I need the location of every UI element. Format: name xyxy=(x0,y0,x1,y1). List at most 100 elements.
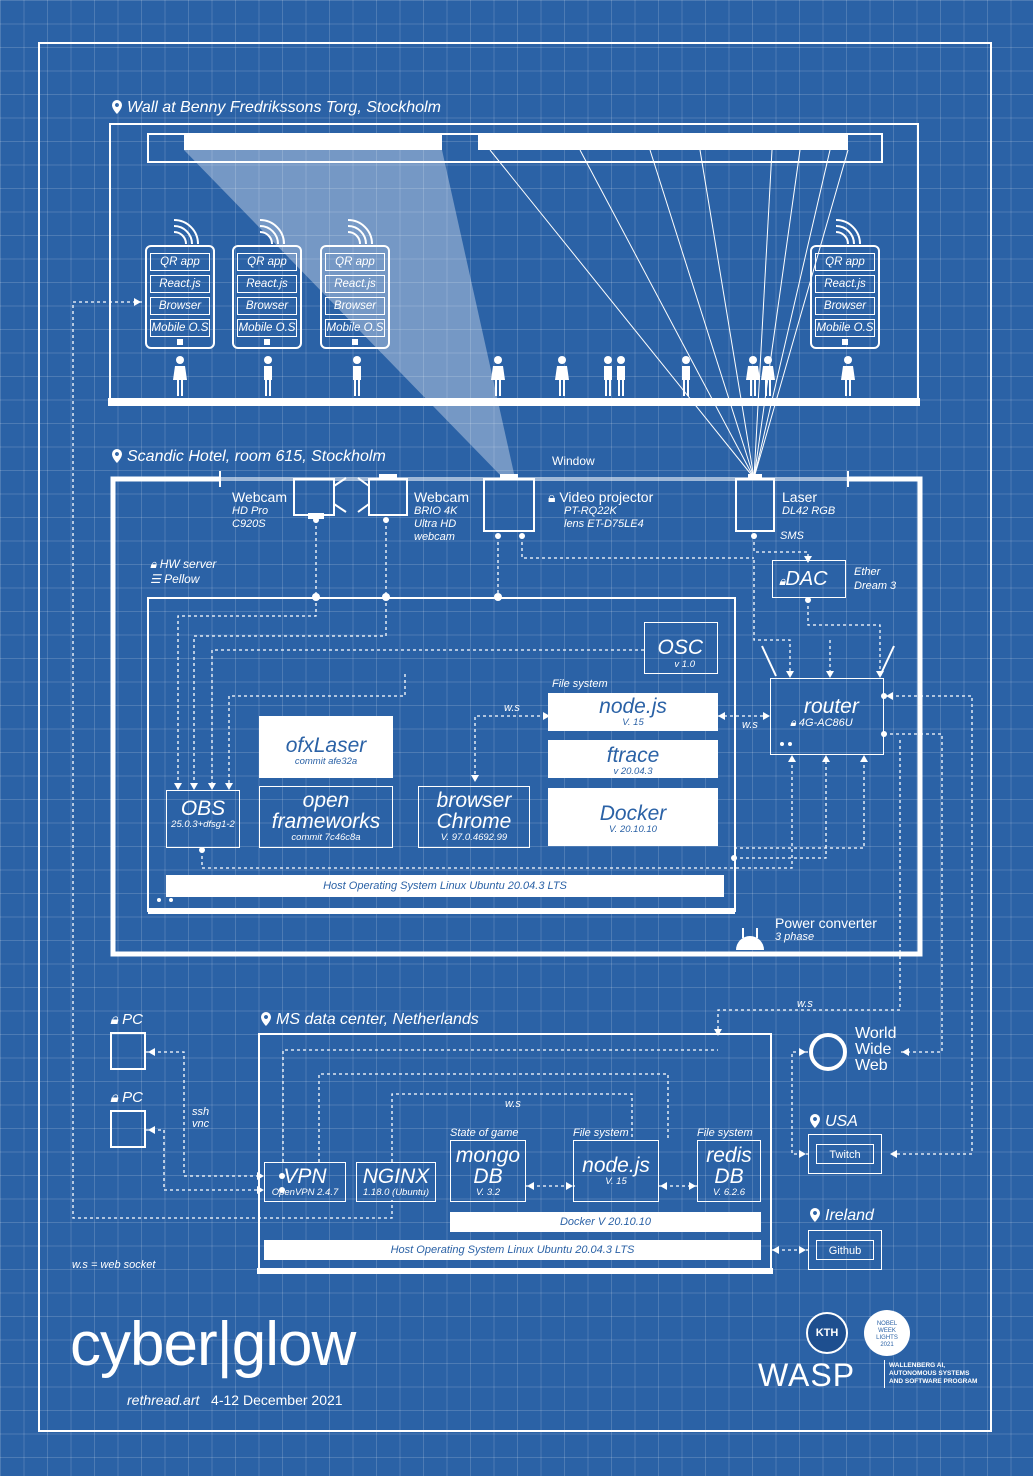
redis-line1: redis xyxy=(706,1144,752,1167)
phone-row-qr: QR app xyxy=(815,253,875,271)
wasp-logo: WASP xyxy=(758,1357,856,1393)
sms-label: SMS xyxy=(780,530,804,542)
webcam1-label: Webcam HD Pro C920S xyxy=(232,489,287,531)
wall-ground xyxy=(108,398,920,406)
projector-line1: PT-RQ22K xyxy=(564,505,617,517)
openframeworks-version: commit 7c46c8a xyxy=(291,832,361,843)
phone-row-browser: Browser xyxy=(325,297,385,315)
router-model-text: 4G-AC86U xyxy=(798,717,853,729)
phone-home-button xyxy=(842,339,848,345)
phone-row-react: React.js xyxy=(815,275,875,293)
arrow-heads xyxy=(134,298,909,1254)
junction-dots xyxy=(157,517,887,1193)
phone-row-react: React.js xyxy=(325,275,385,293)
phone-row-qr: QR app xyxy=(325,253,385,271)
lock-icon: 🔒︎ xyxy=(110,1011,118,1028)
location-usa: USA xyxy=(808,1113,858,1131)
dac-line2: Dream 3 xyxy=(854,580,897,592)
window-label: Window xyxy=(552,454,595,468)
fs2-label: File system xyxy=(697,1127,753,1139)
location-ireland-text: Ireland xyxy=(825,1207,874,1224)
hw-server-label: 🔒︎ HW server ☰ Pellow xyxy=(150,557,216,587)
redis-line2: DB xyxy=(714,1165,744,1188)
phone-home-button xyxy=(352,339,358,345)
osc-version: v 1.0 xyxy=(674,659,695,670)
projector-title: 🔒︎ Video projector xyxy=(548,489,653,505)
projector-line2: lens ET-D75LE4 xyxy=(564,518,644,530)
devices xyxy=(293,477,775,532)
pc2-box xyxy=(110,1110,146,1148)
projector-label: 🔒︎ Video projector PT-RQ22K lens ET-D75L… xyxy=(548,489,653,531)
chrome-line2: Chrome xyxy=(436,810,512,833)
projection-surface-right xyxy=(478,134,848,150)
docker-label: Docker V. 20.10.10 xyxy=(548,803,718,835)
mongo-line1: mongo xyxy=(455,1144,521,1167)
ftrace-title: ftrace xyxy=(606,744,660,767)
pc2-label: 🔒︎ PC xyxy=(110,1089,143,1106)
ssh-line1: ssh xyxy=(192,1106,210,1118)
phone-row-browser: Browser xyxy=(150,297,210,315)
www-line2: Wide xyxy=(855,1041,892,1058)
location-ireland: Ireland xyxy=(808,1207,874,1225)
github-label: Github xyxy=(816,1240,874,1260)
dc-node-title: node.js xyxy=(582,1154,650,1177)
location-datacenter: MS data center, Netherlands xyxy=(259,1011,479,1029)
osc-box: OSC v 1.0 xyxy=(644,622,718,674)
twitch-label: Twitch xyxy=(816,1144,874,1164)
location-pin-icon xyxy=(261,1012,271,1026)
nobel-logo: NOBEL WEEK LIGHTS 2021 xyxy=(864,1310,910,1356)
node-label: node.js V. 15 xyxy=(548,696,718,728)
nobel-line3: LIGHTS xyxy=(876,1335,898,1341)
www-label: World Wide Web xyxy=(855,1026,897,1074)
router-model: 🔒︎ 4G-AC86U xyxy=(790,717,859,730)
ws-label-2: w.s xyxy=(742,719,758,731)
laser-beams xyxy=(489,149,849,479)
poster-subtitle: rethread.art 4-12 December 2021 xyxy=(127,1392,343,1408)
dac-title: 🔒︎DAC xyxy=(779,568,828,591)
phone-row-os: Mobile O.S xyxy=(150,319,210,337)
hw-server-line1: 🔒︎ HW server xyxy=(150,557,216,572)
state-label: State of game xyxy=(450,1127,519,1139)
location-hotel: Scandic Hotel, room 615, Stockholm xyxy=(110,448,386,466)
location-usa-text: USA xyxy=(825,1113,858,1130)
poster-title: cyber|glow xyxy=(70,1310,356,1379)
power-label: Power converter 3 phase xyxy=(775,916,877,944)
phone-row-os: Mobile O.S xyxy=(237,319,297,337)
webcam2-title: Webcam xyxy=(414,489,469,505)
lock-icon: 🔒︎ xyxy=(790,717,796,729)
nginx-label: NGINX 1.18.0 (Ubuntu) xyxy=(356,1166,436,1198)
nobel-line4: 2021 xyxy=(880,1342,894,1348)
openframeworks-line2: frameworks xyxy=(271,810,381,833)
webcam1-line2: C920S xyxy=(232,518,266,530)
hw-server-line2: ☰ Pellow xyxy=(150,572,216,587)
database-icon: ☰ xyxy=(150,572,161,586)
location-pin-icon xyxy=(112,100,122,114)
webcam2-label: Webcam BRIO 4K Ultra HD webcam xyxy=(414,489,469,544)
www-line3: Web xyxy=(855,1057,888,1074)
chrome-label: browser Chrome V. 97.0.4692.99 xyxy=(418,790,530,843)
laser-line1: DL42 RGB xyxy=(782,505,836,517)
node-title: node.js xyxy=(599,695,667,718)
ws-label-3: w.s xyxy=(797,998,813,1010)
ws-legend: w.s = web socket xyxy=(72,1259,156,1271)
laser-label: Laser DL42 RGB xyxy=(782,489,835,518)
pc2-label-text: PC xyxy=(122,1089,143,1106)
wasp-sub-line3: AND SOFTWARE PROGRAM xyxy=(889,1378,978,1385)
nobel-line2: WEEK xyxy=(878,1328,896,1334)
nobel-line1: NOBEL xyxy=(876,1321,898,1327)
lock-icon: 🔒︎ xyxy=(548,489,556,505)
osc-title: OSC xyxy=(657,636,703,659)
hw-server-line1-text: HW server xyxy=(159,557,217,571)
phone-home-button xyxy=(177,339,183,345)
location-pin-icon xyxy=(810,1114,820,1128)
hotel-host-os-bar: Host Operating System Linux Ubuntu 20.04… xyxy=(166,875,724,897)
power-line2: 3 phase xyxy=(775,931,815,943)
dc-node-version: V. 15 xyxy=(605,1176,627,1187)
projection-surface-left xyxy=(184,134,442,150)
dc-host-os-bar: Host Operating System Linux Ubuntu 20.04… xyxy=(264,1240,761,1260)
ssh-line2: vnc xyxy=(192,1118,210,1130)
lock-icon: 🔒︎ xyxy=(110,1089,118,1106)
ws-label-4: w.s xyxy=(505,1098,521,1110)
vpn-title: VPN xyxy=(283,1165,327,1188)
dc-docker-bar: Docker V 20.10.10 xyxy=(450,1212,761,1232)
